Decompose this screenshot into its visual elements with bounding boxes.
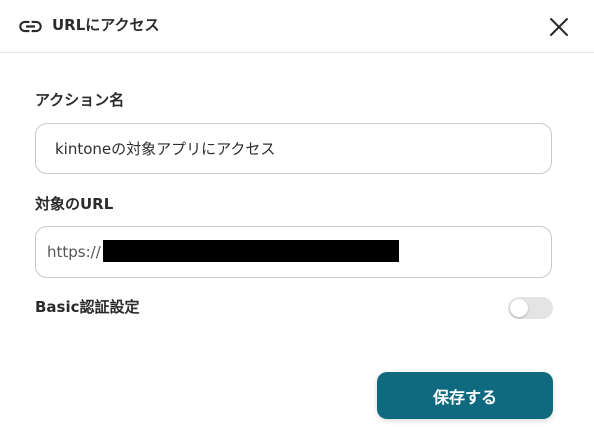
target-url-field[interactable] xyxy=(35,226,552,278)
dialog-title: URLにアクセス xyxy=(52,16,160,34)
basic-auth-toggle[interactable] xyxy=(508,297,553,319)
basic-auth-label: Basic認証設定 xyxy=(35,298,140,316)
action-name-field[interactable] xyxy=(35,123,552,174)
action-name-label: アクション名 xyxy=(35,91,125,109)
close-icon xyxy=(550,18,568,36)
target-url-label: 対象のURL xyxy=(35,195,114,213)
save-button[interactable]: 保存する xyxy=(377,372,553,419)
toggle-knob xyxy=(510,299,528,317)
action-name-input[interactable] xyxy=(36,124,551,173)
redacted-block xyxy=(103,240,399,262)
link-icon xyxy=(19,20,42,33)
dialog-header: URLにアクセス xyxy=(0,0,594,53)
close-button[interactable] xyxy=(548,16,570,38)
